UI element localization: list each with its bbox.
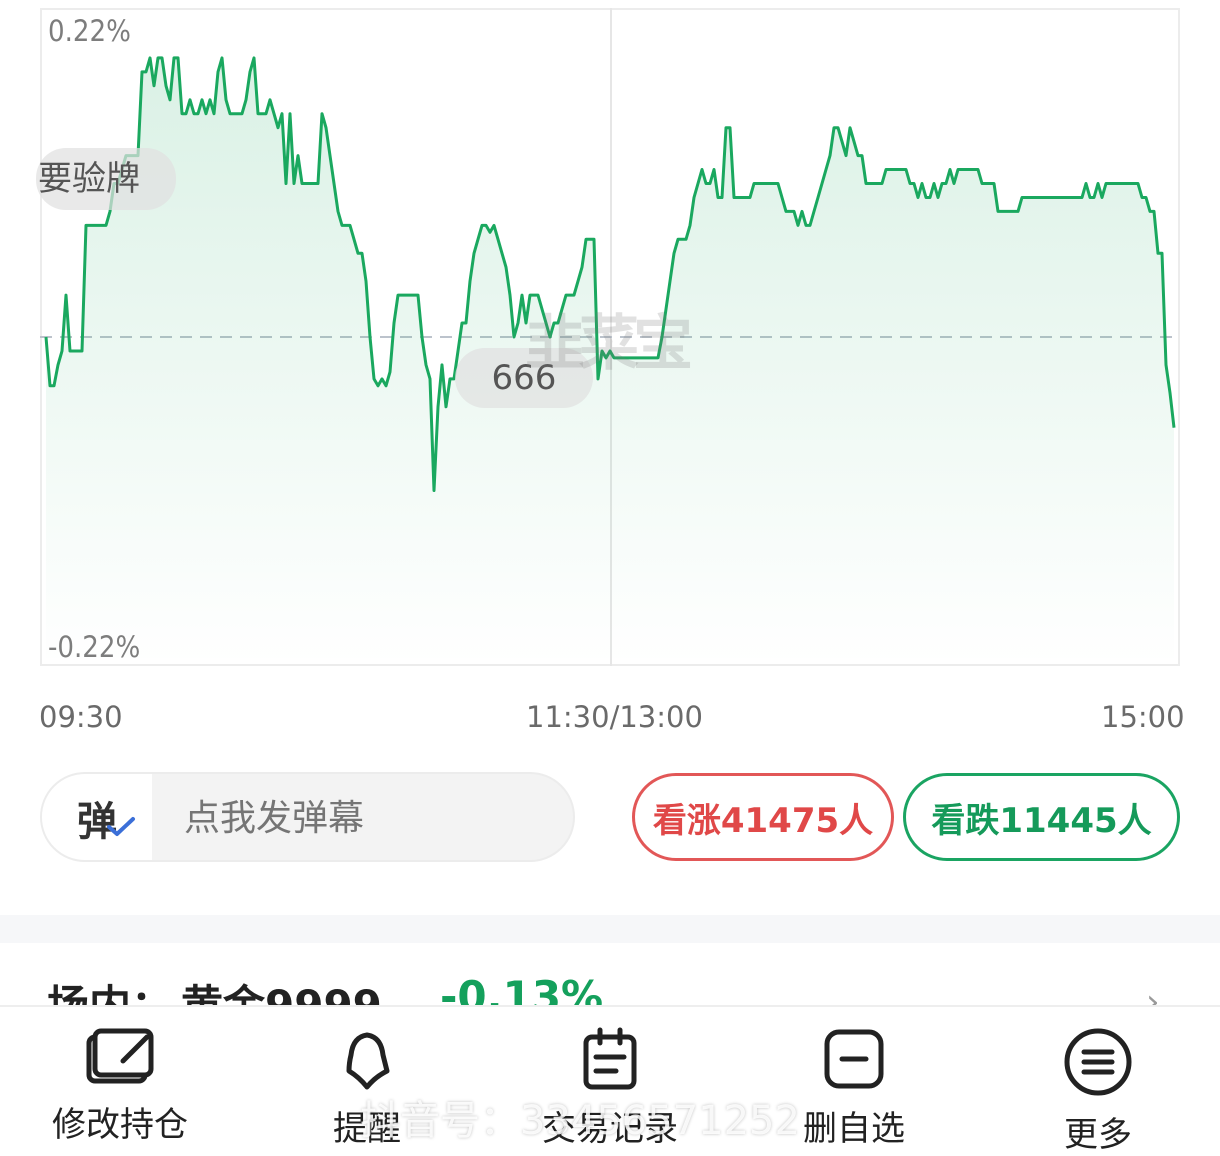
tab-more[interactable]: 更多: [1018, 1027, 1178, 1156]
y-axis-top-label: 0.22%: [48, 14, 131, 48]
x-tick-close: 15:00: [1101, 700, 1185, 734]
minus-box-icon: [824, 1029, 884, 1089]
x-tick-open: 09:30: [39, 700, 123, 734]
clipboard-icon: [583, 1027, 637, 1090]
tab-label: 更多: [1064, 1115, 1132, 1155]
bell-icon: [346, 1032, 390, 1090]
vote-up-button[interactable]: 看涨41475人: [632, 773, 894, 861]
danmu-bubble-left: 要验牌: [36, 148, 176, 210]
vote-down-button[interactable]: 看跌11445人: [903, 773, 1180, 861]
douyin-watermark: 抖音号：33456571252: [360, 1098, 800, 1144]
tab-edit-holdings[interactable]: 修改持仓: [40, 1027, 200, 1146]
x-tick-midday: 11:30/13:00: [526, 700, 703, 734]
danmu-input[interactable]: [182, 774, 566, 860]
section-divider: [0, 915, 1220, 943]
check-icon: [107, 817, 135, 836]
app-watermark: 韭菜宝: [525, 309, 693, 379]
danmu-bar[interactable]: 弹: [40, 772, 575, 862]
menu-icon: [1064, 1028, 1132, 1096]
edit-icon: [86, 1028, 154, 1084]
y-axis-bottom-label: -0.22%: [48, 630, 141, 664]
danmu-icon[interactable]: 弹: [42, 774, 152, 860]
tab-label: 修改持仓: [52, 1105, 188, 1145]
